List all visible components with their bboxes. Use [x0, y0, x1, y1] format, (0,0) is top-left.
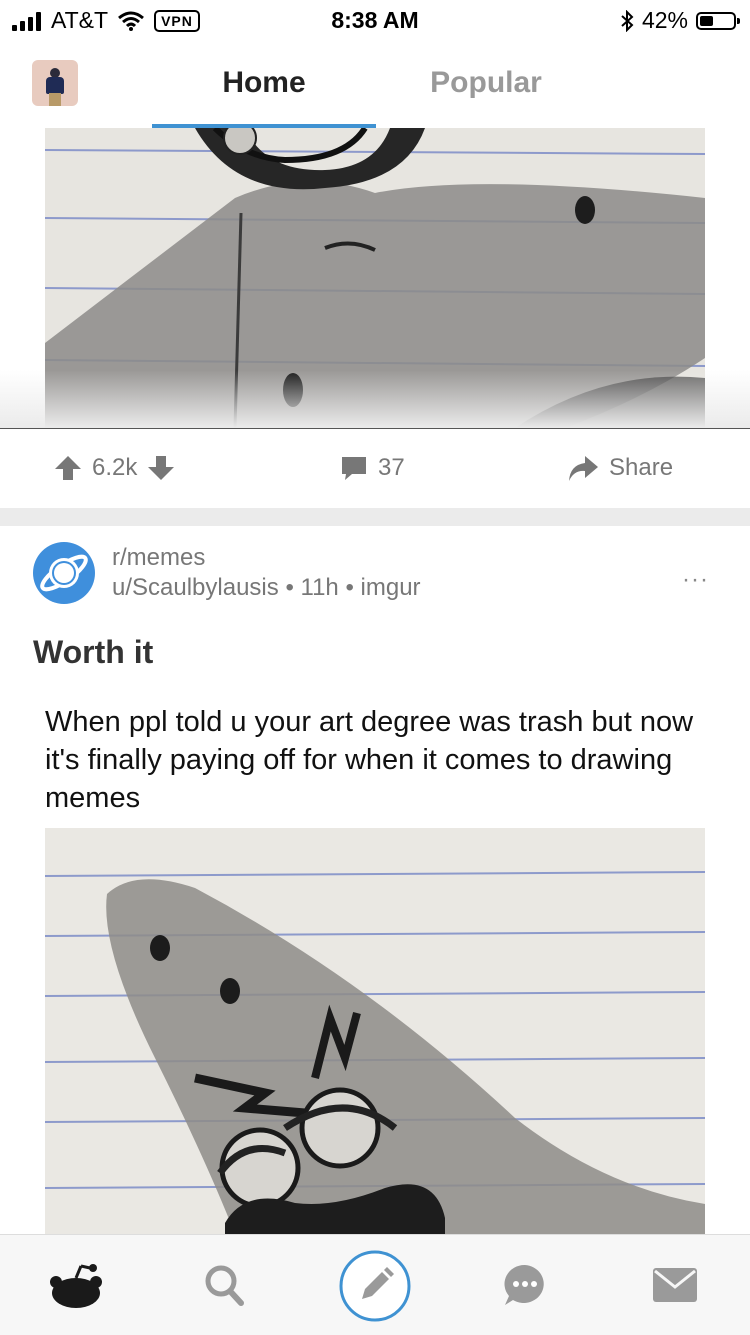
- post-title[interactable]: Worth it: [33, 634, 153, 671]
- divider: [0, 428, 750, 429]
- post-source[interactable]: imgur: [361, 574, 421, 601]
- downvote-arrow-icon[interactable]: [147, 454, 175, 482]
- previous-post-actions: 6.2k 37 Share: [0, 440, 750, 500]
- post-image[interactable]: [45, 828, 705, 1234]
- subreddit-name[interactable]: r/memes: [112, 544, 205, 572]
- bluetooth-icon: [621, 9, 634, 32]
- status-bar: AT&T VPN 8:38 AM 42%: [0, 0, 750, 40]
- home-tab-button[interactable]: [48, 1261, 104, 1314]
- chat-bubble-icon: [504, 1264, 544, 1305]
- meta-separator: •: [345, 574, 354, 601]
- battery-level: [700, 15, 714, 26]
- comments-button[interactable]: 37: [340, 454, 405, 482]
- avatar[interactable]: [32, 60, 78, 106]
- post-separator: [0, 508, 750, 526]
- vote-controls: 6.2k: [54, 454, 175, 482]
- share-label: Share: [609, 454, 674, 481]
- post-header: r/memes u/Scaulbylausis • 11h • imgur ··…: [0, 526, 750, 626]
- mail-envelope-icon: [653, 1268, 697, 1302]
- subreddit-icon[interactable]: [33, 542, 95, 604]
- battery-percent: 42%: [641, 7, 688, 33]
- status-right: 42%: [620, 7, 740, 34]
- battery-icon: [696, 11, 740, 30]
- meme-caption: When ppl told u your art degree was tras…: [45, 706, 694, 814]
- post-author[interactable]: u/Scaulbylausis: [112, 574, 279, 601]
- top-nav: Home Popular: [0, 40, 750, 128]
- chat-tab-button[interactable]: [503, 1263, 547, 1312]
- bottom-tab-bar: [0, 1234, 750, 1335]
- search-tab-button[interactable]: [203, 1263, 245, 1312]
- image-fade: [0, 370, 750, 428]
- upvote-arrow-icon[interactable]: [54, 454, 82, 482]
- tab-popular[interactable]: Popular: [374, 66, 598, 100]
- post-age: 11h: [300, 574, 339, 601]
- search-icon: [205, 1265, 244, 1306]
- vote-count: 6.2k: [92, 454, 138, 481]
- meta-separator: •: [285, 574, 294, 601]
- inbox-tab-button[interactable]: [652, 1267, 698, 1308]
- share-button[interactable]: Share: [567, 454, 673, 482]
- tab-home[interactable]: Home: [152, 66, 376, 100]
- compose-button[interactable]: [338, 1249, 412, 1328]
- more-options-button[interactable]: ···: [682, 566, 709, 594]
- share-arrow-icon: [569, 456, 598, 481]
- post-meta: u/Scaulbylausis • 11h • imgur: [112, 574, 421, 602]
- reddit-alien-icon: [50, 1264, 102, 1308]
- comment-bubble-icon: [342, 457, 366, 480]
- comment-count: 37: [378, 454, 405, 481]
